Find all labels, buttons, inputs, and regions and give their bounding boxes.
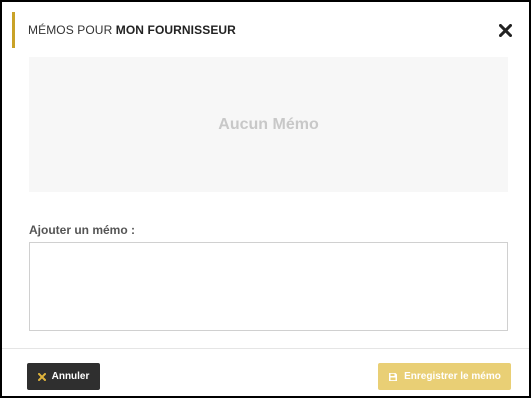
save-memo-button[interactable]: Enregistrer le mémo	[378, 363, 511, 390]
close-button[interactable]	[495, 20, 515, 40]
header-accent-bar	[12, 12, 15, 48]
save-icon	[389, 372, 398, 381]
cancel-button-label: Annuler	[51, 371, 90, 382]
add-memo-label: Ajouter un mémo :	[29, 223, 136, 237]
cancel-button[interactable]: Annuler	[27, 363, 100, 390]
title-prefix: MÉMOS POUR	[28, 23, 113, 37]
empty-memo-text: Aucun Mémo	[218, 115, 319, 133]
modal-title: MÉMOS POUR MON FOURNISSEUR	[28, 23, 236, 37]
close-icon	[498, 23, 512, 37]
memo-modal: MÉMOS POUR MON FOURNISSEUR Aucun Mémo Aj…	[0, 0, 531, 398]
title-supplier-name: MON FOURNISSEUR	[115, 23, 236, 37]
close-icon	[37, 372, 46, 381]
save-button-label: Enregistrer le mémo	[404, 371, 501, 382]
memo-textarea[interactable]	[29, 242, 508, 331]
memo-list-empty: Aucun Mémo	[29, 57, 508, 192]
footer-divider	[2, 348, 529, 349]
modal-header: MÉMOS POUR MON FOURNISSEUR	[12, 12, 502, 48]
